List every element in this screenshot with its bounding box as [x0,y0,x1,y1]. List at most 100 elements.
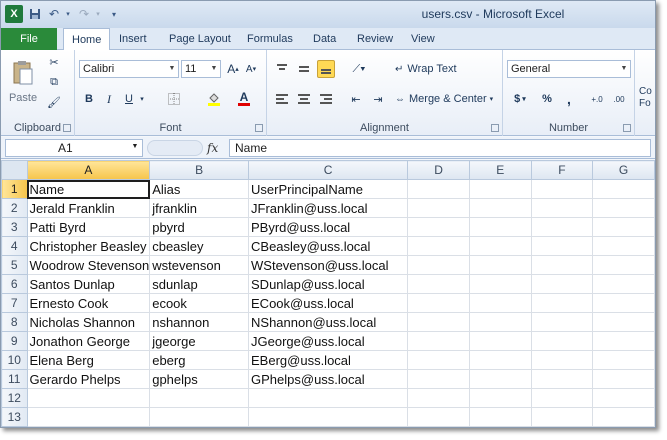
underline-button[interactable]: U [121,90,137,108]
row-header[interactable]: 8 [1,312,28,332]
shrink-font-button[interactable]: A ▾ [243,60,259,78]
column-header-e[interactable]: E [468,160,532,180]
cell-e11[interactable] [468,369,532,389]
number-launcher-icon[interactable] [623,124,631,132]
paste-button[interactable]: Paste [9,54,37,110]
wrap-text-button[interactable]: ↵ Wrap Text [395,60,473,78]
row-header[interactable]: 4 [1,236,28,256]
column-header-a[interactable]: A [26,160,151,180]
cell-g10[interactable] [592,350,655,370]
cell-g11[interactable] [592,369,655,389]
cell-d9[interactable] [407,331,470,351]
cell-a4[interactable]: Christopher Beasley [26,236,151,256]
cell-e5[interactable] [468,255,532,275]
cell-c6[interactable]: SDunlap@uss.local [248,274,409,294]
cell-c1[interactable]: UserPrincipalName [248,179,409,199]
decrease-decimal-button[interactable]: .00 [609,90,629,108]
cell-c14[interactable] [248,426,409,427]
cell-a5[interactable]: Woodrow Stevenson [26,255,151,275]
column-header-b[interactable]: B [149,160,250,180]
font-size-combo[interactable]: 11 ▼ [181,60,221,78]
cell-c10[interactable]: EBerg@uss.local [248,350,409,370]
row-header[interactable]: 13 [1,407,28,427]
row-header[interactable]: 2 [1,198,28,218]
cell-d8[interactable] [407,312,470,332]
cell-e2[interactable] [468,198,532,218]
column-header-f[interactable]: F [530,160,594,180]
currency-button[interactable]: $ ▾ [509,90,531,108]
column-header-d[interactable]: D [407,160,470,180]
tab-file[interactable]: File [1,28,57,50]
align-top-icon[interactable] [273,60,291,78]
fill-color-icon[interactable] [205,90,223,108]
cut-icon[interactable]: ✂ [45,54,63,70]
cell-g6[interactable] [592,274,655,294]
cell-a1[interactable]: Name [26,179,151,199]
bold-button[interactable]: B [81,90,97,108]
cell-d5[interactable] [407,255,470,275]
increase-indent-icon[interactable]: ⇥ [369,90,387,108]
cell-b1[interactable]: Alias [149,179,250,199]
cell-c4[interactable]: CBeasley@uss.local [248,236,409,256]
percent-button[interactable]: % [539,90,555,108]
cell-c3[interactable]: PByrd@uss.local [248,217,409,237]
cell-b3[interactable]: pbyrd [149,217,250,237]
cell-f2[interactable] [530,198,594,218]
cell-c5[interactable]: WStevenson@uss.local [248,255,409,275]
cell-g2[interactable] [592,198,655,218]
comma-button[interactable]: , [561,90,577,108]
cell-e8[interactable] [468,312,532,332]
insert-function-icon[interactable]: fx [207,139,225,157]
clipboard-launcher-icon[interactable] [63,124,71,132]
underline-dropdown-icon[interactable]: ▾ [137,90,147,108]
cell-a9[interactable]: Jonathon George [26,331,151,351]
merge-center-button[interactable]: ⇔ Merge & Center ▾ [395,90,501,108]
row-header[interactable]: 3 [1,217,28,237]
conditional-formatting-button[interactable]: Co Fo [639,84,655,112]
cell-f7[interactable] [530,293,594,313]
format-painter-icon[interactable]: 🖌 [45,94,63,110]
cell-b7[interactable]: ecook [149,293,250,313]
cell-d4[interactable] [407,236,470,256]
cell-c8[interactable]: NShannon@uss.local [248,312,409,332]
cell-e7[interactable] [468,293,532,313]
cell-f3[interactable] [530,217,594,237]
cell-e10[interactable] [468,350,532,370]
cell-f6[interactable] [530,274,594,294]
row-header[interactable]: 9 [1,331,28,351]
cell-a6[interactable]: Santos Dunlap [26,274,151,294]
font-launcher-icon[interactable] [255,124,263,132]
align-bottom-icon[interactable] [317,60,335,78]
italic-button[interactable]: I [101,90,117,108]
row-header[interactable]: 6 [1,274,28,294]
row-header[interactable]: 12 [1,388,28,408]
cell-d14[interactable] [407,426,470,427]
tab-review[interactable]: Review [349,28,401,50]
cell-b6[interactable]: sdunlap [149,274,250,294]
increase-decimal-button[interactable]: +.0 [587,90,607,108]
cell-g13[interactable] [592,407,655,427]
cell-a13[interactable] [26,407,151,427]
cell-d12[interactable] [407,388,470,408]
decrease-indent-icon[interactable]: ⇤ [347,90,365,108]
cell-c12[interactable] [248,388,409,408]
cell-c9[interactable]: JGeorge@uss.local [248,331,409,351]
cell-b14[interactable] [149,426,250,427]
cell-a2[interactable]: Jerald Franklin [26,198,151,218]
cell-d2[interactable] [407,198,470,218]
cell-c7[interactable]: ECook@uss.local [248,293,409,313]
cell-a3[interactable]: Patti Byrd [26,217,151,237]
tab-data[interactable]: Data [305,28,344,50]
cell-c13[interactable] [248,407,409,427]
cell-d1[interactable] [407,179,470,199]
cell-b2[interactable]: jfranklin [149,198,250,218]
font-name-combo[interactable]: Calibri ▼ [79,60,179,78]
cell-f12[interactable] [530,388,594,408]
row-header[interactable]: 7 [1,293,28,313]
cell-a11[interactable]: Gerardo Phelps [26,369,151,389]
cell-a8[interactable]: Nicholas Shannon [26,312,151,332]
cell-g4[interactable] [592,236,655,256]
cell-g7[interactable] [592,293,655,313]
cell-f4[interactable] [530,236,594,256]
cell-b4[interactable]: cbeasley [149,236,250,256]
